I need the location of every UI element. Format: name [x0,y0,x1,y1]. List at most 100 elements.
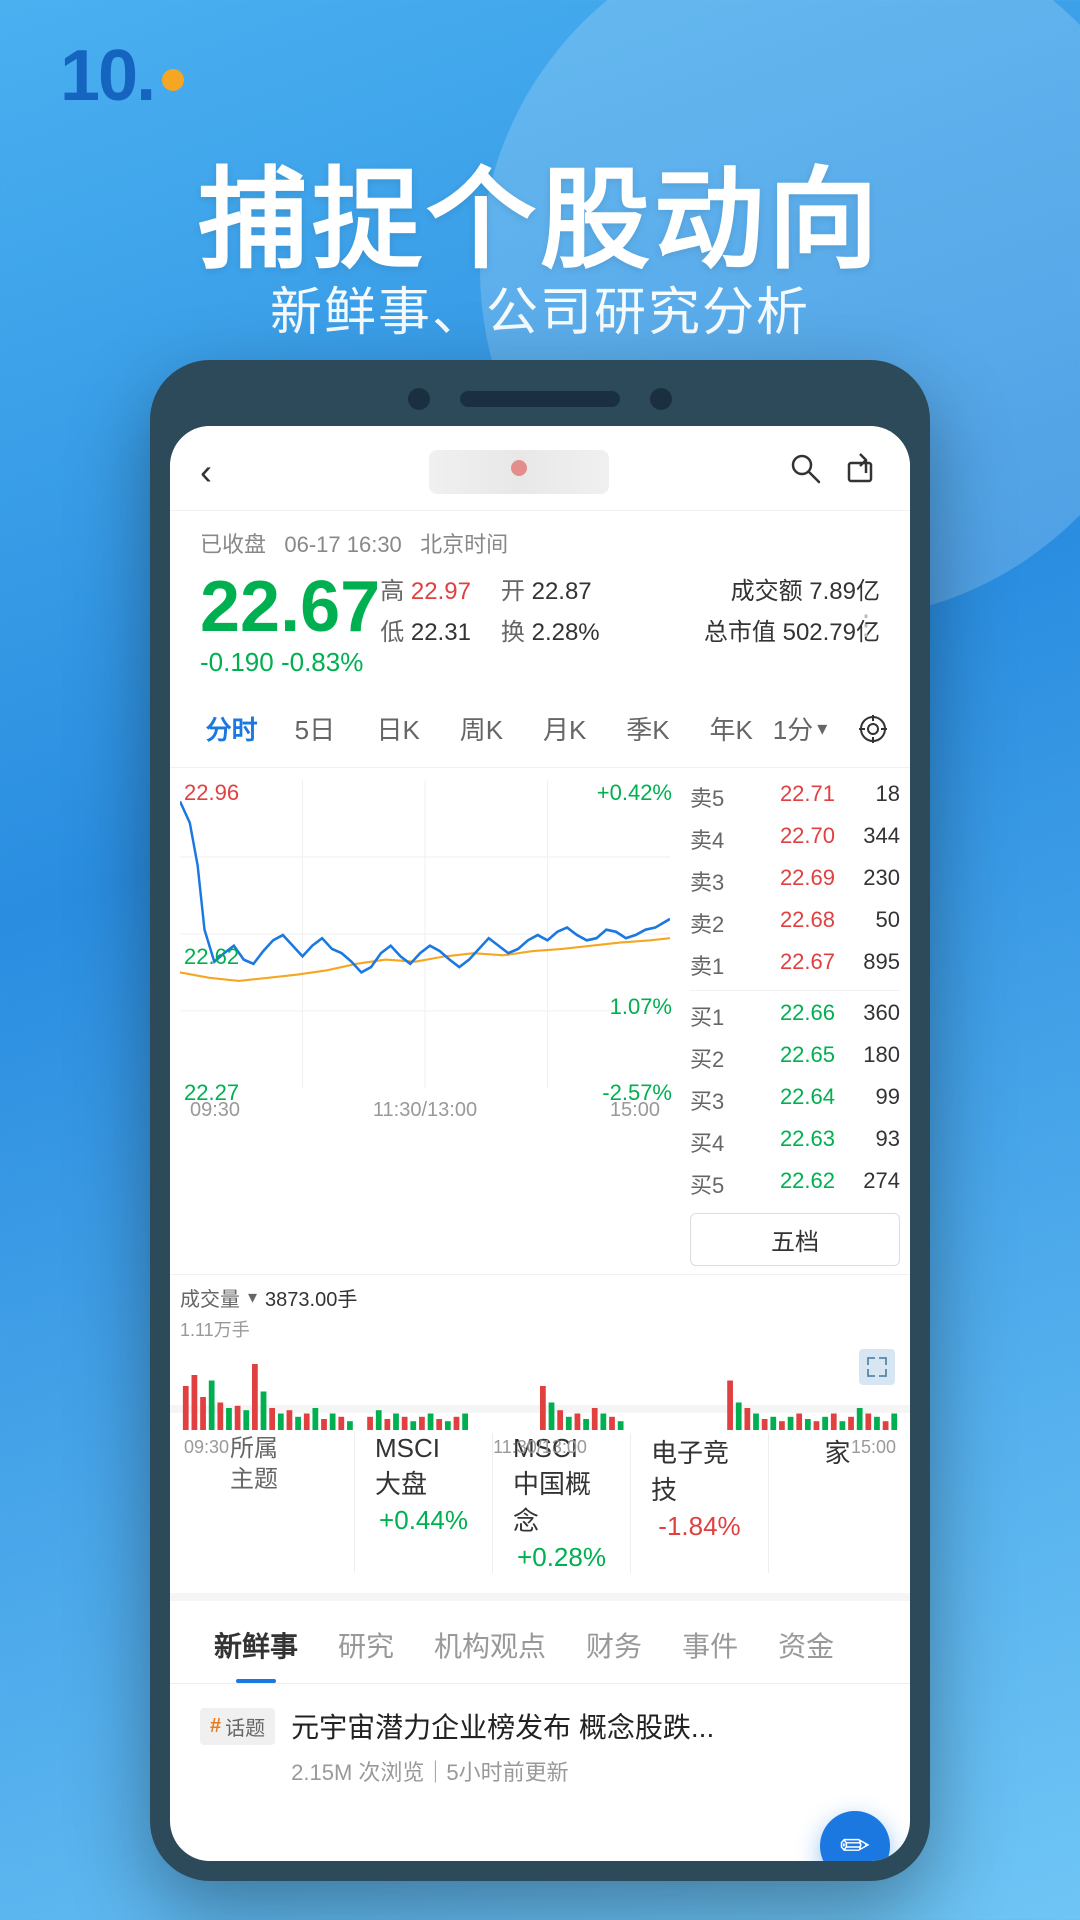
phone-frame: ‹ [150,360,930,1881]
theme-esports-pct: -1.84% [658,1511,740,1542]
news-item[interactable]: # 话题 元宇宙潜力企业榜发布 概念股跌... 2.15M 次浏览｜5小时前更新 [170,1684,910,1811]
stock-volume: 成交额 7.89亿 [731,571,880,606]
stock-datetime: 06-17 16:30 [284,532,401,557]
news-title: 元宇宙潜力企业榜发布 概念股跌... [291,1708,880,1747]
content-tab-research[interactable]: 研究 [318,1601,414,1683]
news-content: 元宇宙潜力企业榜发布 概念股跌... 2.15M 次浏览｜5小时前更新 [291,1708,880,1787]
vol-time-mid: 11:30/13:00 [493,1437,587,1458]
chart-pct-mr: 1.07% [610,994,672,1020]
back-button[interactable]: ‹ [200,451,250,493]
more-dots-icon[interactable]: ⋮ [852,608,880,641]
fab-spacer: ✏ [170,1811,910,1861]
app-nav: ‹ [170,426,910,511]
hero-subtitle: 新鲜事、公司研究分析 [0,270,1080,345]
ob-divider [690,990,900,991]
logo-area: 10. [60,40,1020,112]
theme-msci-china-pct: +0.28% [517,1542,606,1573]
order-book: 卖5 22.71 18 卖4 22.70 344 卖3 22.69 230 [680,768,910,1274]
expand-icon[interactable] [859,1349,895,1385]
ob-sell4: 卖4 22.70 344 [690,818,900,860]
chart-time-axis: 09:30 11:30/13:00 15:00 [180,1095,670,1126]
ob-buy5: 买5 22.62 274 [690,1163,900,1205]
hero-title: 捕捉个股动向 [0,130,1080,290]
chart-tab-dayk[interactable]: 日K [357,702,440,755]
chart-tab-5day[interactable]: 5日 [273,702,356,755]
phone-speaker [460,391,620,407]
volume-count: 3873.00手 [265,1283,357,1312]
chart-and-orderbook: 22.96 +0.42% 22.62 1.07% 22.27 -2.57% [170,768,910,1274]
stock-time: 已收盘 06-17 16:30 北京时间 [200,527,880,559]
chart-pct-br: -2.57% [602,1080,672,1106]
time-mid: 11:30/13:00 [373,1099,477,1122]
volume-sub: 1.11万手 [180,1316,900,1342]
logo-dot-icon [162,69,184,91]
chart-tab-1min[interactable]: 1分 ▾ [773,702,856,755]
ob-sell5: 卖5 22.71 18 [690,776,900,818]
top-header: 10. [0,0,1080,112]
news-meta: 2.15M 次浏览｜5小时前更新 [291,1755,880,1787]
ob-sell3: 卖3 22.69 230 [690,860,900,902]
stock-open: 开 22.87 [501,571,592,606]
content-tab-events[interactable]: 事件 [662,1601,758,1683]
content-tab-institution[interactable]: 机构观点 [414,1601,566,1683]
stock-price-main: 22.67 -0.190 -0.83% [200,571,380,678]
news-tag: # 话题 [200,1708,275,1745]
ob-buy1: 买1 22.66 360 [690,995,900,1037]
stock-change: -0.190 -0.83% [200,647,380,678]
ob-buy3: 买3 22.64 99 [690,1079,900,1121]
phone-camera-2 [650,388,672,410]
content-tab-funds[interactable]: 资金 [758,1601,854,1683]
content-tab-finance[interactable]: 财务 [566,1601,662,1683]
nav-title-area [250,450,788,494]
fab-button[interactable]: ✏ [820,1811,890,1861]
theme-msci-large-pct: +0.44% [379,1505,468,1536]
ob-buy2: 买2 22.65 180 [690,1037,900,1079]
phone-top-bar [170,388,910,410]
fab-edit-icon: ✏ [840,1825,870,1861]
phone-screen: ‹ [170,426,910,1861]
stock-info: 已收盘 06-17 16:30 北京时间 22.67 -0.190 -0.83% [170,511,910,690]
phone-mockup: ‹ [150,360,930,1881]
chart-tab-monthk[interactable]: 月K [523,702,606,755]
share-icon[interactable] [846,451,880,494]
chart-tab-fenshi[interactable]: 分时 [190,702,273,755]
ob-buy4: 买4 22.63 93 [690,1121,900,1163]
ob-sell2: 卖2 22.68 50 [690,902,900,944]
volume-area: 成交量 ▾ 3873.00手 1.11万手 [170,1274,910,1405]
chart-price-high: 22.96 [184,780,239,806]
stock-details: 高 22.97 开 22.87 低 22.31 [380,571,666,647]
chart-tab-seasonk[interactable]: 季K [606,702,689,755]
stock-high: 高 22.97 [380,571,471,606]
five-level-button[interactable]: 五档 [690,1213,900,1266]
search-icon[interactable] [788,451,822,494]
vol-time-start: 09:30 [184,1437,229,1458]
stock-low: 低 22.31 [380,612,471,647]
volume-time-axis: 09:30 11:30/13:00 15:00 [180,1435,900,1460]
volume-chart-svg [180,1342,900,1430]
news-tag-text: 话题 [225,1712,265,1741]
price-chart-svg [180,780,670,1090]
chart-target-icon[interactable] [856,712,890,746]
volume-chart[interactable]: 成交量 ▾ 3873.00手 1.11万手 [170,1275,910,1405]
vol-time-end: 15:00 [851,1437,896,1458]
chart-tab-yeark[interactable]: 年K [690,702,773,755]
volume-label: 成交量 ▾ 3873.00手 [180,1283,900,1312]
content-tab-news[interactable]: 新鲜事 [194,1601,318,1683]
nav-title-blurred [429,450,609,494]
chart-tab-weekk[interactable]: 周K [440,702,523,755]
stock-status: 已收盘 [200,532,266,557]
stock-summary: 成交额 7.89亿 总市值 502.79亿 [666,571,880,647]
phone-camera [408,388,430,410]
nav-icons [788,451,880,494]
stock-timezone: 北京时间 [420,532,508,557]
chart-price-ml: 22.62 [184,944,239,970]
volume-dropdown-icon[interactable]: ▾ [248,1287,257,1308]
stock-turnover: 换 2.28% [501,612,600,647]
chart-tabs: 分时 5日 日K 周K 月K 季K 年K 1分 ▾ [170,690,910,768]
volume-label-text: 成交量 [180,1283,240,1312]
content-tabs: 新鲜事 研究 机构观点 财务 事件 资金 [170,1593,910,1684]
chart-price-low: 22.27 [184,1080,239,1106]
main-chart[interactable]: 22.96 +0.42% 22.62 1.07% 22.27 -2.57% [170,768,680,1158]
chart-pct-tr: +0.42% [597,780,672,806]
ob-sell1: 卖1 22.67 895 [690,944,900,986]
